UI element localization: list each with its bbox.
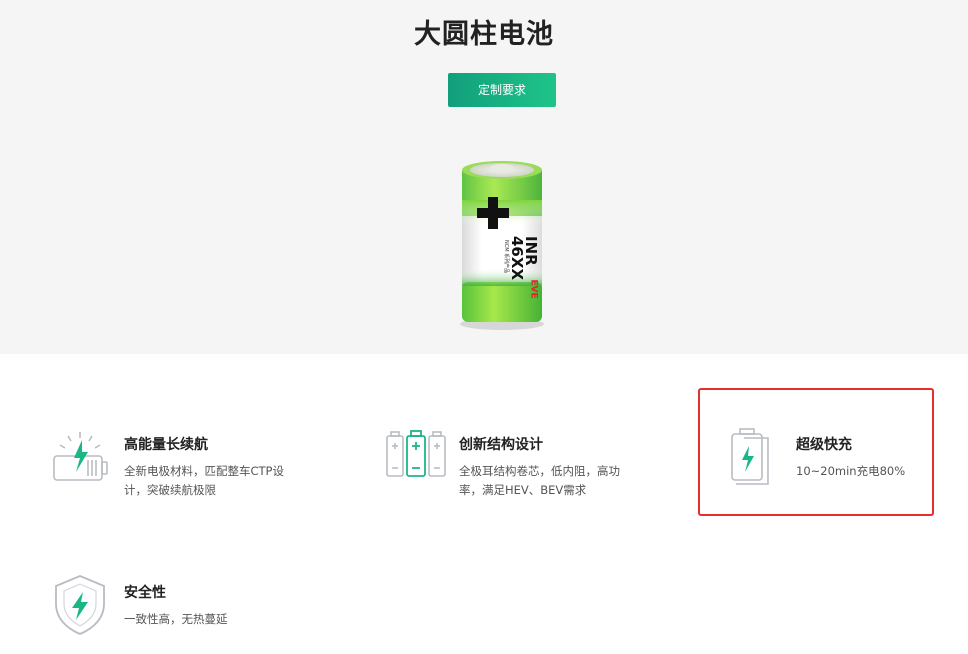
custom-requirement-button[interactable]: 定制要求 — [448, 73, 556, 107]
feature-energy: 高能量长续航 全新电极材料，匹配整车CTP设计，突破续航极限 — [50, 426, 310, 506]
page-title: 大圆柱电池 — [414, 19, 554, 50]
feature-title: 高能量长续航 — [124, 437, 208, 453]
feature-structure: 创新结构设计 全极耳结构卷芯，低内阻，高功率，满足HEV、BEV需求 — [385, 426, 645, 506]
shield-bolt-icon — [55, 575, 105, 635]
battery-image: INR 46XX NCM 系列产品 EVE — [454, 156, 550, 332]
feature-title: 安全性 — [124, 585, 166, 601]
brand-logo: EVE — [528, 279, 539, 299]
feature-desc: 全极耳结构卷芯，低内阻，高功率，满足HEV、BEV需求 — [459, 464, 620, 497]
feature-title: 创新结构设计 — [459, 437, 543, 453]
battery-structure-icon — [386, 430, 446, 477]
feature-desc: 全新电极材料，匹配整车CTP设计，突破续航极限 — [124, 464, 284, 497]
feature-safety: 安全性 一致性高，无热蔓延 — [50, 574, 310, 654]
battery-energy-icon — [53, 432, 108, 481]
hero-section: 大圆柱电池 定制要求 INR 46XX NCM 系列产品 EVE — [0, 0, 968, 354]
highlight-box — [698, 388, 934, 516]
feature-desc: 一致性高，无热蔓延 — [124, 612, 228, 626]
